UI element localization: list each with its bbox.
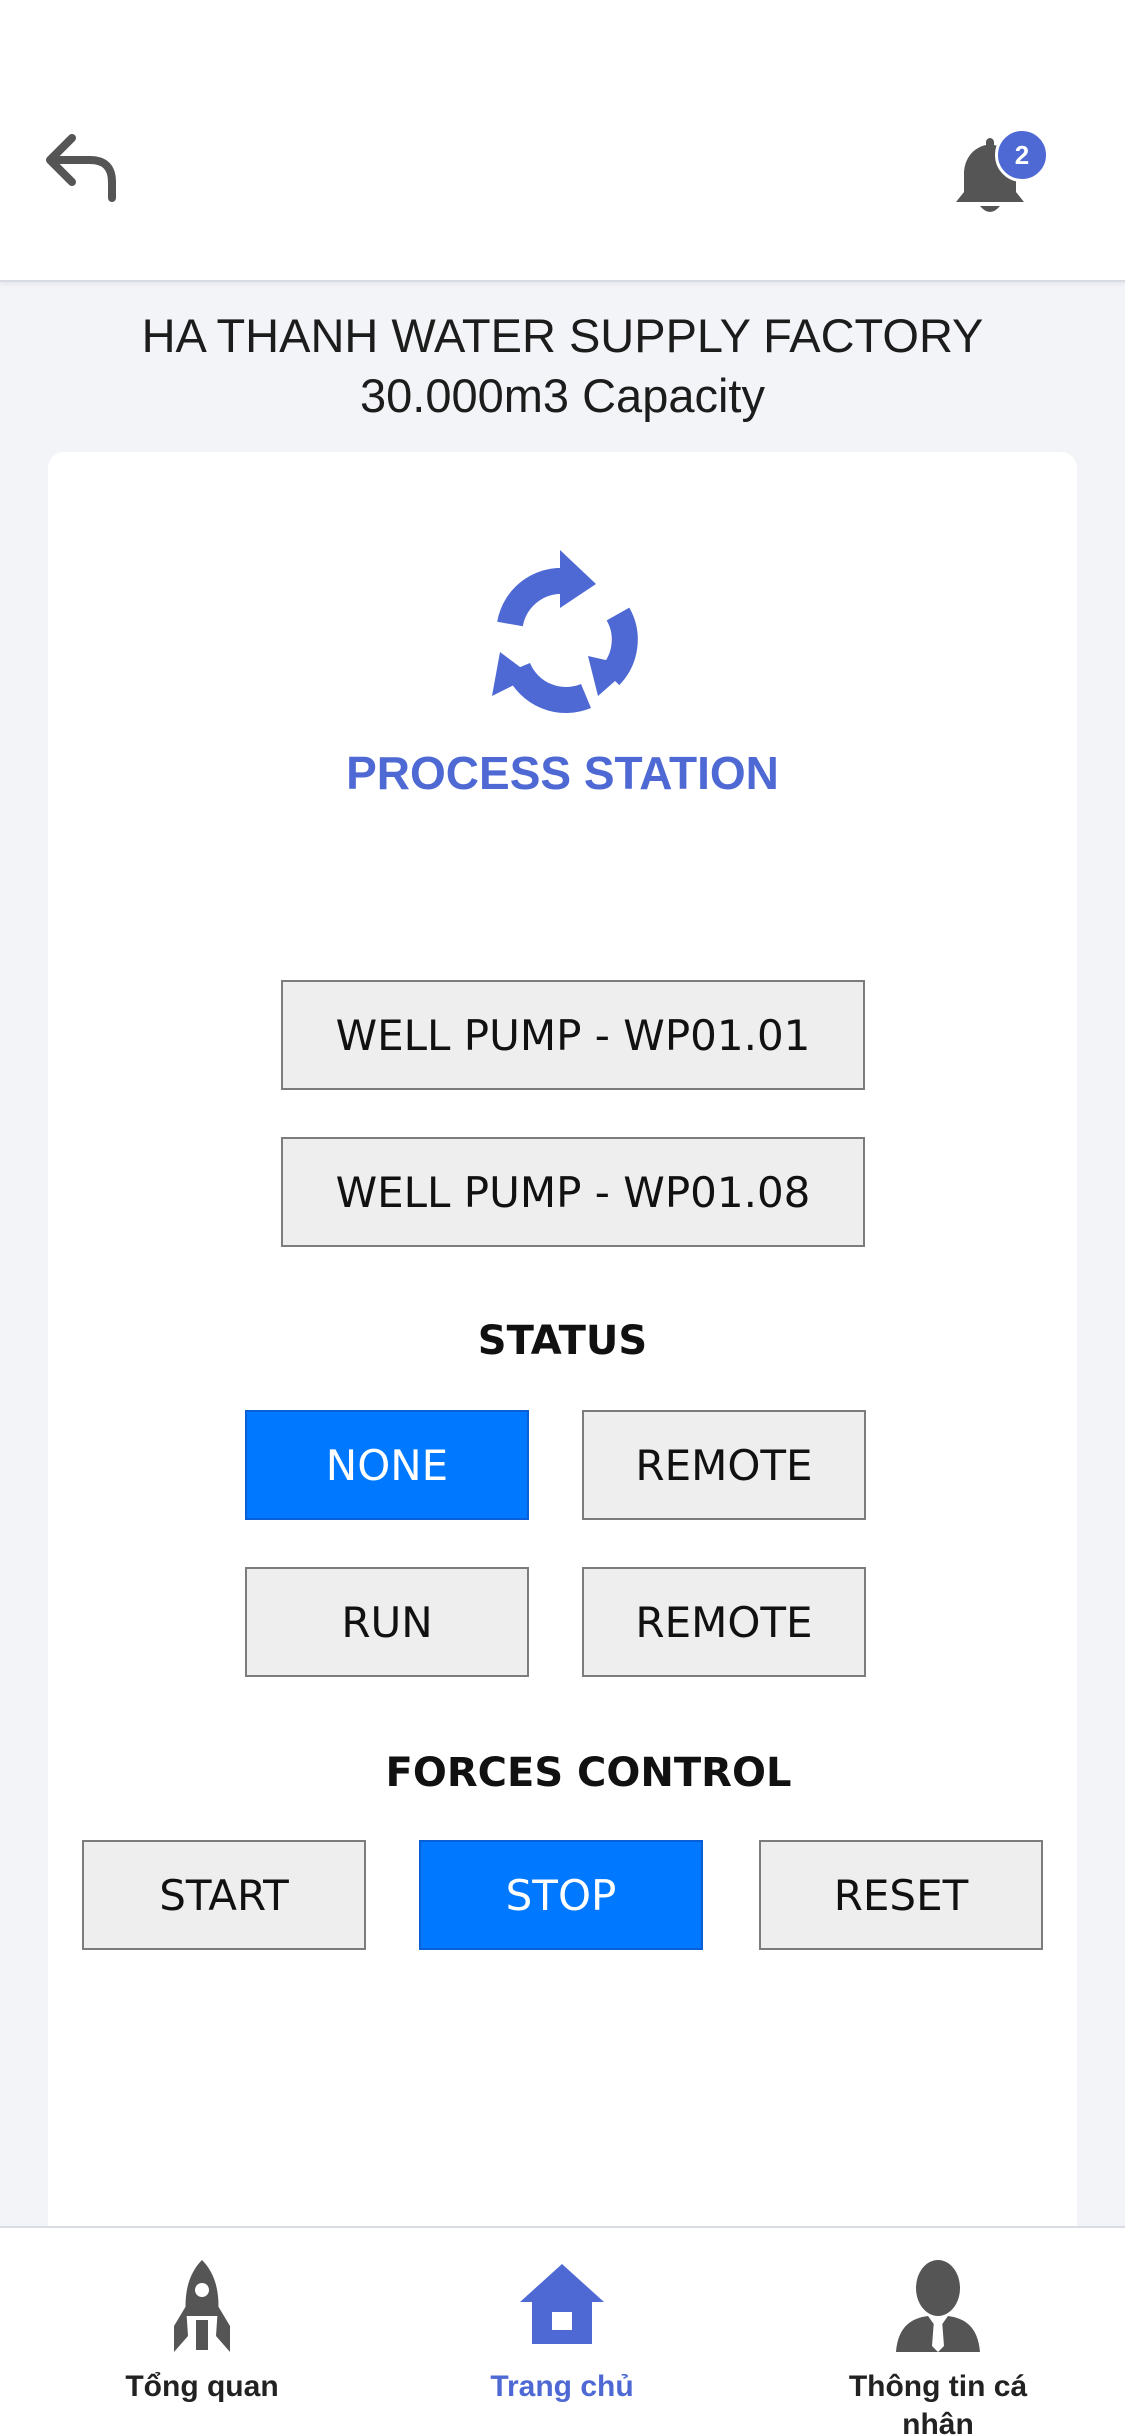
tab-trang-chu[interactable]: Trang chủ (412, 2228, 712, 2436)
start-button[interactable]: START (82, 1840, 366, 1950)
user-icon (888, 2256, 988, 2356)
stop-button[interactable]: STOP (419, 1840, 703, 1950)
tab-tong-quan[interactable]: Tổng quan (52, 2228, 352, 2436)
tab-label: Trang chủ (490, 2370, 634, 2403)
reset-button[interactable]: RESET (759, 1840, 1043, 1950)
forces-control-title: FORCES CONTROL (385, 1750, 792, 1796)
factory-name: HA THANH WATER SUPPLY FACTORY (141, 309, 984, 362)
back-arrow-icon[interactable] (42, 128, 122, 208)
factory-title: HA THANH WATER SUPPLY FACTORY 30.000m3 C… (0, 306, 1125, 426)
refresh-cycle-icon (478, 546, 646, 718)
bottom-tab-bar: Tổng quan Trang chủ Thông tin cá nhân (0, 2226, 1125, 2436)
factory-capacity: 30.000m3 Capacity (360, 369, 765, 422)
tab-thong-tin[interactable]: Thông tin cá nhân (788, 2228, 1088, 2436)
status-button-run[interactable]: RUN (245, 1567, 529, 1677)
rocket-icon (152, 2256, 252, 2356)
status-title: STATUS (477, 1318, 648, 1364)
pump-button-wp01-08[interactable]: WELL PUMP - WP01.08 (281, 1137, 865, 1247)
tab-label: Thông tin cá nhân (848, 2370, 1028, 2436)
status-button-remote-1[interactable]: REMOTE (582, 1410, 866, 1520)
tab-label: Tổng quan (125, 2370, 279, 2403)
status-button-none[interactable]: NONE (245, 1410, 529, 1520)
pump-button-wp01-01[interactable]: WELL PUMP - WP01.01 (281, 980, 865, 1090)
home-icon (512, 2256, 612, 2356)
notification-badge: 2 (995, 128, 1049, 182)
station-title: PROCESS STATION (346, 747, 779, 799)
status-button-remote-2[interactable]: REMOTE (582, 1567, 866, 1677)
app-header: 2 (0, 0, 1125, 282)
